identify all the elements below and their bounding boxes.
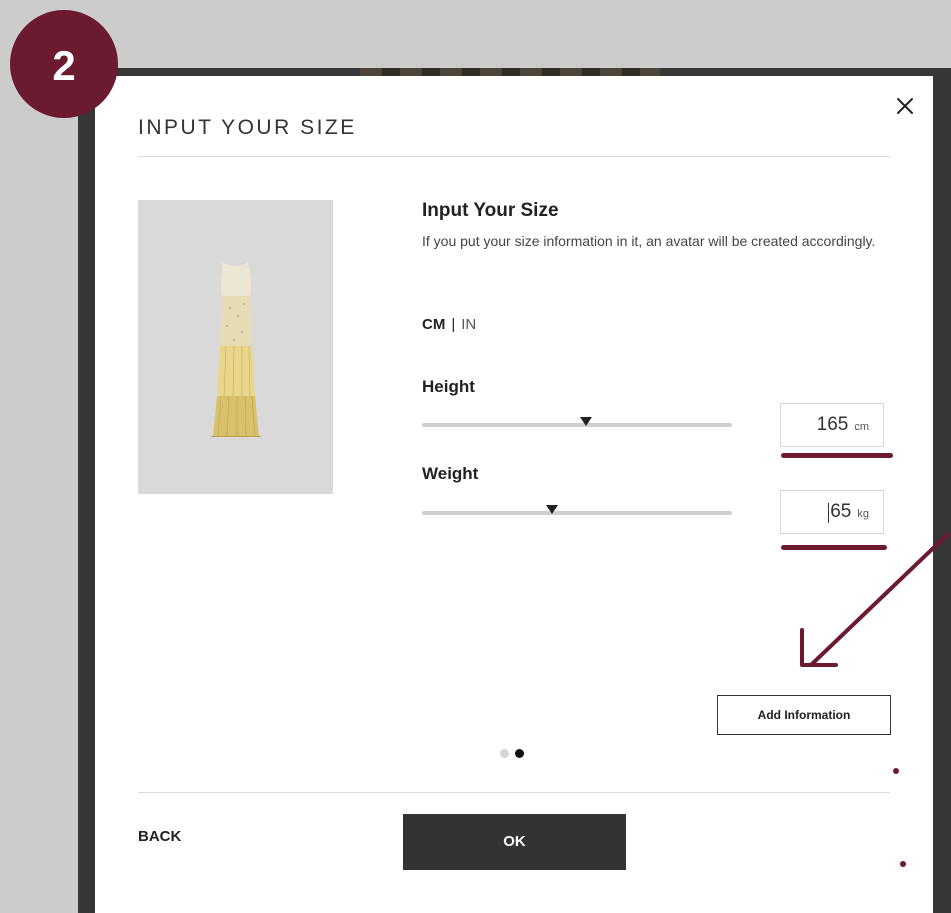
add-information-button[interactable]: Add Information xyxy=(717,695,891,735)
ok-button[interactable]: OK xyxy=(403,814,626,870)
height-highlight-underline xyxy=(781,453,893,458)
height-input[interactable]: 165 cm xyxy=(780,403,884,447)
close-icon[interactable] xyxy=(893,94,917,118)
arrow-icon xyxy=(800,532,950,667)
modal-title: INPUT YOUR SIZE xyxy=(138,116,357,139)
height-label: Height xyxy=(422,377,475,396)
unit-separator: | xyxy=(451,316,456,333)
weight-slider-thumb[interactable] xyxy=(546,505,559,514)
weight-slider[interactable] xyxy=(422,505,732,515)
height-slider[interactable] xyxy=(422,417,732,427)
product-image xyxy=(138,200,333,494)
height-unit: cm xyxy=(854,421,869,433)
unit-in-option[interactable]: IN xyxy=(461,316,476,333)
pagination-dot-2-active[interactable] xyxy=(515,749,524,758)
section-title: Input Your Size xyxy=(422,200,559,221)
footer-divider xyxy=(138,792,890,793)
weight-value: 65 xyxy=(830,501,852,522)
annotation-bullet-1 xyxy=(893,768,899,774)
step-number-badge: 2 xyxy=(10,10,118,118)
dress-illustration xyxy=(210,262,262,437)
unit-cm-option[interactable]: CM xyxy=(422,316,445,333)
pagination-dot-1[interactable] xyxy=(500,749,509,758)
back-button[interactable]: BACK xyxy=(138,828,181,845)
height-slider-thumb[interactable] xyxy=(580,417,593,426)
annotation-bullet-2 xyxy=(900,861,906,867)
height-value: 165 xyxy=(816,414,849,435)
size-input-modal: INPUT YOUR SIZE Input Your Size If you p… xyxy=(95,76,933,913)
section-description: If you put your size information in it, … xyxy=(422,233,876,249)
weight-label: Weight xyxy=(422,464,479,483)
weight-unit: kg xyxy=(857,508,869,520)
header-divider xyxy=(138,156,890,157)
unit-toggle: CM | IN xyxy=(422,316,476,333)
